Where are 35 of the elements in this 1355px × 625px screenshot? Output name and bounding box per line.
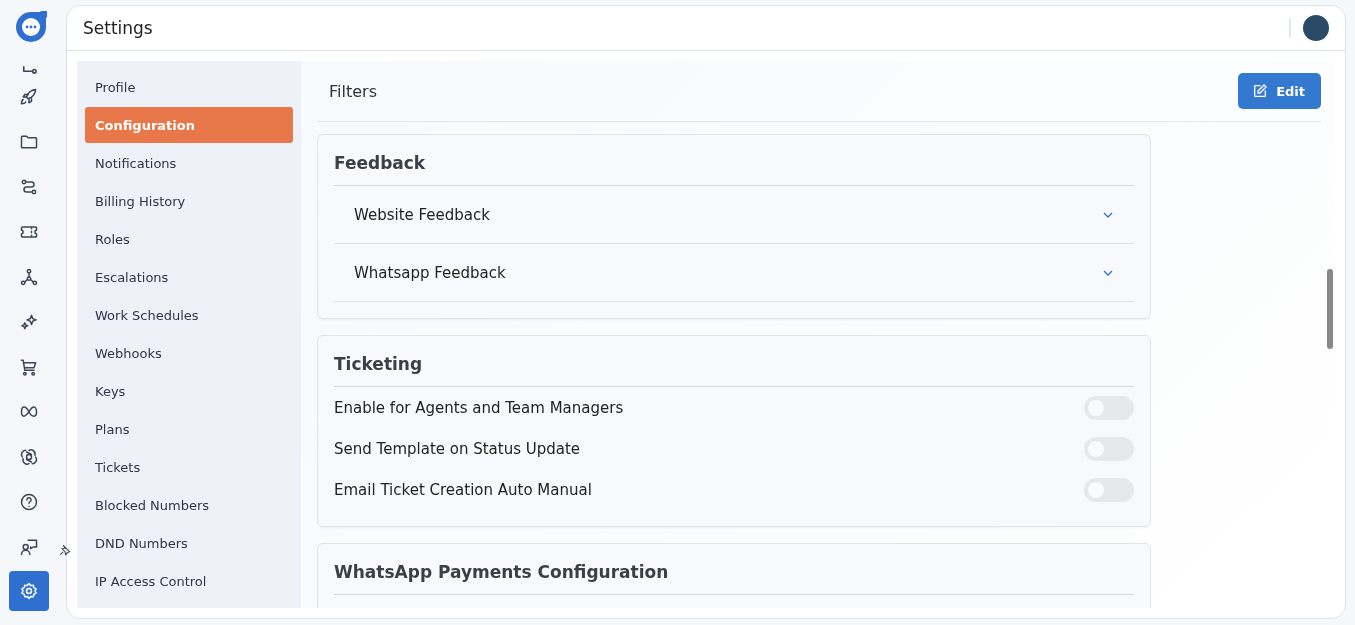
accordion-item[interactable]: Whatsapp Feedback <box>334 244 1134 302</box>
sidebar-item[interactable]: DND Numbers <box>85 525 293 561</box>
sidebar-item[interactable]: IP Access Control <box>85 563 293 599</box>
route-icon <box>21 66 37 74</box>
setting-label: Email Ticket Creation Auto Manual <box>334 480 592 499</box>
sidebar-item[interactable]: Work Schedules <box>85 297 293 333</box>
sidebar-item[interactable]: Profile <box>85 69 293 105</box>
setting-label: Enable for Agents and Team Managers <box>334 398 624 417</box>
sidebar-item[interactable]: Tickets <box>85 449 293 485</box>
edit-button[interactable]: Edit <box>1238 73 1321 109</box>
sidebar-item[interactable]: Roles <box>85 221 293 257</box>
section-title: Filters <box>329 81 377 101</box>
card-title: WhatsApp Payments Configuration <box>334 552 1134 595</box>
network-icon <box>19 266 39 287</box>
scrollbar-thumb[interactable] <box>1327 269 1333 349</box>
gear-icon <box>19 581 39 601</box>
card-title: Ticketing <box>334 344 1134 387</box>
rail-button[interactable] <box>9 571 49 611</box>
avatar[interactable] <box>1303 15 1329 41</box>
rocket-icon <box>19 86 39 107</box>
sidebar-item[interactable]: Billing History <box>85 183 293 219</box>
edit-icon <box>1252 83 1269 99</box>
sidebar-item[interactable]: Escalations <box>85 259 293 295</box>
sidebar-item[interactable]: Notifications <box>85 145 293 181</box>
sidebar-item[interactable]: Keys <box>85 373 293 409</box>
card-title: Feedback <box>334 143 1134 186</box>
logo-icon <box>14 10 48 44</box>
setting-label: Send Template on Status Update <box>334 439 581 458</box>
page-title: Settings <box>83 18 153 38</box>
sidebar-item[interactable]: Blocked Numbers <box>85 487 293 523</box>
sidebar-item[interactable]: Webhooks <box>85 335 293 371</box>
accordion-item[interactable]: Website Feedback <box>334 186 1134 244</box>
help-icon <box>19 491 39 512</box>
sidebar-item[interactable]: Plans <box>85 411 293 447</box>
pin-icon[interactable] <box>58 543 72 557</box>
